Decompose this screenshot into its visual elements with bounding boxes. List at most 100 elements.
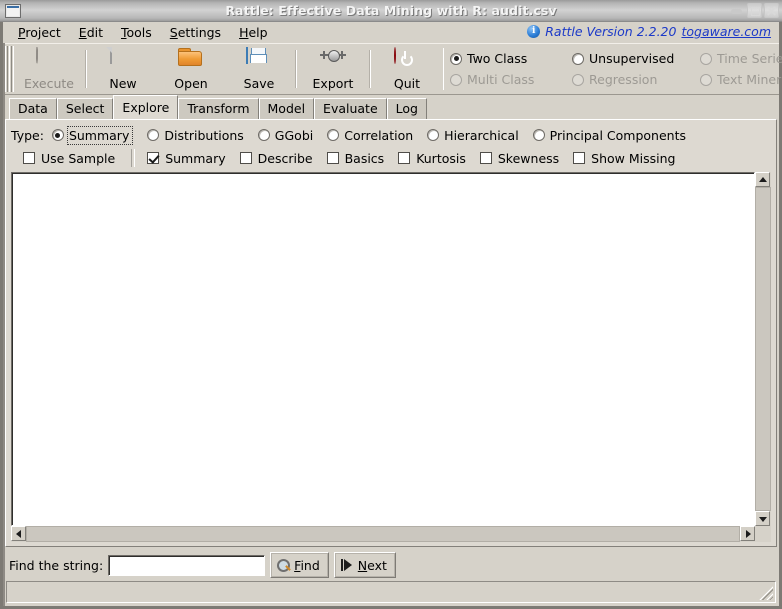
menu-tools[interactable]: Tools — [112, 23, 161, 42]
tab-evaluate[interactable]: Evaluate — [314, 98, 387, 119]
radio-label: Summary — [66, 125, 134, 145]
power-icon — [394, 46, 420, 74]
scrollbar-corner — [755, 526, 771, 542]
radio-two-class[interactable]: Two Class — [450, 48, 572, 69]
menu-bar: Project Edit Tools Settings Help i Rattl… — [3, 22, 779, 43]
tab-log[interactable]: Log — [386, 98, 427, 119]
open-label: Open — [174, 75, 208, 91]
output-area — [11, 172, 771, 542]
version-info: i Rattle Version 2.2.20 togaware.com — [527, 24, 771, 39]
checkbox-summary[interactable]: Summary — [147, 151, 226, 166]
checkbox-describe[interactable]: Describe — [239, 151, 313, 166]
tab-select[interactable]: Select — [56, 98, 114, 119]
radio-label: Principal Components — [549, 127, 686, 143]
radio-multi-class: Multi Class — [450, 69, 572, 90]
radio-label: Correlation — [344, 127, 414, 143]
radio-indicator — [450, 73, 462, 86]
radio-label: Text Miner — [717, 72, 782, 87]
window-title: Rattle: Effective Data Mining with R: au… — [225, 3, 557, 18]
checkbox-kurtosis[interactable]: Kurtosis — [398, 151, 466, 166]
skip-next-icon — [340, 559, 354, 571]
quit-button[interactable]: Quit — [373, 44, 441, 94]
explore-type-row: Type: Summary Distributions GGobi Correl… — [11, 124, 771, 146]
magnifier-icon — [277, 558, 291, 572]
radio-indicator — [700, 73, 712, 86]
checkbox-label: Skewness — [497, 150, 560, 166]
execute-button[interactable]: Execute — [15, 44, 83, 94]
checkbox-skewness[interactable]: Skewness — [479, 150, 560, 166]
status-bar — [6, 581, 776, 603]
folder-icon — [178, 48, 204, 74]
radio-time-series: Time Series — [700, 48, 782, 69]
resize-grip-icon[interactable] — [759, 586, 773, 600]
checkbox-indicator — [23, 152, 35, 164]
arrow-up-icon[interactable] — [755, 172, 770, 187]
radio-unsupervised[interactable]: Unsupervised — [572, 48, 700, 69]
window-icon — [5, 3, 21, 18]
find-button-label: ind — [300, 557, 320, 573]
output-textview[interactable] — [11, 172, 755, 526]
radio-regression: Regression — [572, 69, 700, 90]
maximize-button[interactable] — [747, 3, 762, 18]
checkbox-indicator — [479, 152, 492, 164]
explore-options-row: Use Sample Summary Describe Basics Kurto… — [11, 146, 771, 170]
radio-distributions[interactable]: Distributions — [147, 127, 244, 143]
toolbar-drag-handle[interactable] — [5, 46, 14, 92]
radio-correlation[interactable]: Correlation — [327, 128, 413, 143]
arrow-right-icon[interactable] — [740, 526, 755, 541]
radio-label: Distributions — [164, 127, 244, 143]
find-button[interactable]: Find — [270, 552, 329, 578]
horizontal-scrollbar[interactable] — [11, 526, 755, 542]
menu-edit[interactable]: Edit — [70, 23, 112, 42]
radio-label: Two Class — [467, 51, 528, 66]
tab-transform[interactable]: Transform — [178, 98, 259, 119]
vertical-scrollbar[interactable] — [755, 172, 771, 526]
window-frame: Project Edit Tools Settings Help i Rattl… — [0, 22, 782, 609]
open-button[interactable]: Open — [157, 44, 225, 94]
checkbox-indicator — [398, 152, 411, 164]
options-separator — [131, 149, 136, 167]
radio-principal-components[interactable]: Principal Components — [532, 127, 686, 143]
window-controls — [729, 3, 779, 18]
radio-summary[interactable]: Summary — [51, 125, 134, 145]
checkbox-show-missing[interactable]: Show Missing — [573, 151, 675, 166]
checkbox-basics[interactable]: Basics — [326, 151, 384, 166]
radio-label: Regression — [589, 72, 658, 87]
radio-label: Unsupervised — [589, 51, 675, 66]
radio-label: GGobi — [274, 127, 314, 143]
radio-indicator — [450, 52, 462, 65]
menu-help[interactable]: Help — [230, 23, 277, 42]
floppy-icon — [246, 46, 272, 74]
checkbox-use-sample[interactable]: Use Sample — [23, 151, 115, 166]
radio-indicator — [572, 73, 584, 86]
next-button[interactable]: Next — [333, 552, 396, 578]
radio-ggobi[interactable]: GGobi — [257, 127, 314, 143]
menu-project[interactable]: Project — [9, 23, 70, 42]
togaware-link[interactable]: togaware.com — [681, 24, 771, 39]
save-button[interactable]: Save — [225, 44, 293, 94]
radio-indicator — [427, 129, 440, 141]
arrow-left-icon[interactable] — [11, 526, 26, 541]
new-button[interactable]: New — [89, 44, 157, 94]
checkbox-label: Kurtosis — [416, 150, 466, 166]
tab-data[interactable]: Data — [9, 98, 57, 119]
export-button[interactable]: Export — [299, 44, 367, 94]
radio-indicator — [257, 129, 270, 141]
radio-indicator — [532, 129, 545, 141]
tab-model[interactable]: Model — [258, 98, 315, 119]
radio-label: Multi Class — [467, 72, 535, 87]
toolbar-separator — [295, 50, 297, 88]
arrow-down-icon[interactable] — [755, 511, 770, 526]
search-input[interactable] — [108, 554, 266, 576]
cog-icon — [36, 46, 62, 74]
menu-settings[interactable]: Settings — [161, 23, 230, 42]
main-notebook: Data Select Explore Transform Model Eval… — [3, 95, 779, 549]
tab-explore[interactable]: Explore — [113, 95, 179, 119]
minimize-button[interactable] — [729, 3, 745, 18]
radio-hierarchical[interactable]: Hierarchical — [427, 128, 519, 143]
quit-label: Quit — [393, 75, 421, 91]
scrollbar-trough[interactable] — [755, 187, 771, 511]
scrollbar-trough[interactable] — [26, 526, 740, 542]
find-label: Find the string: — [9, 557, 104, 573]
close-button[interactable] — [764, 3, 779, 18]
